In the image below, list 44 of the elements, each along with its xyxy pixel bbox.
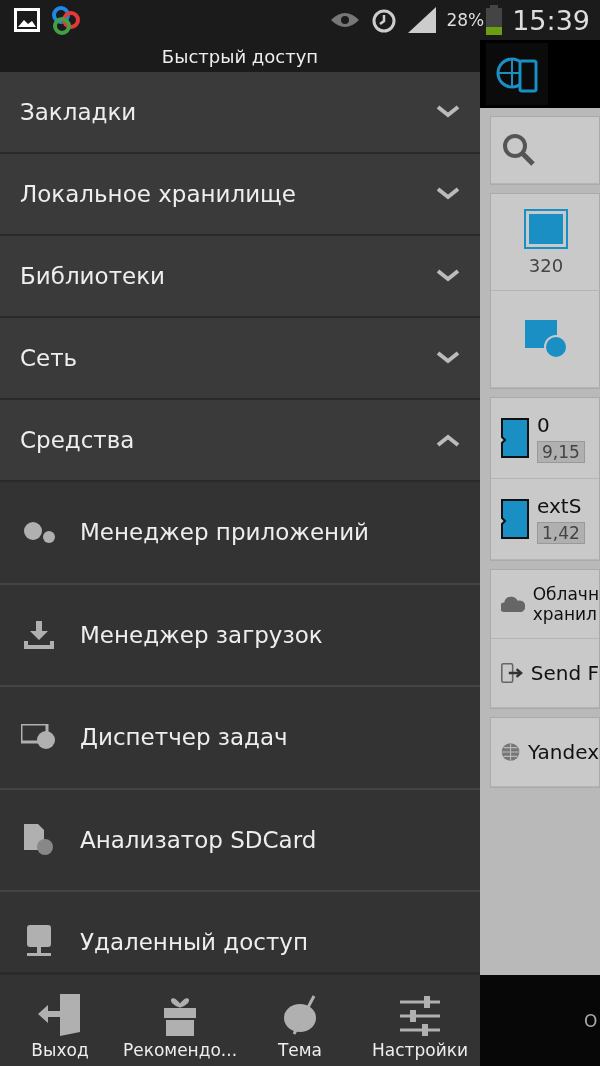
section-header[interactable]: Сеть xyxy=(0,318,480,400)
signal-icon xyxy=(408,7,437,33)
battery-icon xyxy=(486,5,503,35)
phone-arrow-icon xyxy=(501,660,523,686)
window-gear-icon xyxy=(21,724,57,751)
chevron-down-icon xyxy=(436,351,460,365)
chevron-down-icon xyxy=(436,187,460,201)
sd-card-icon xyxy=(501,418,529,458)
bottom-bar-button[interactable]: Тема xyxy=(240,975,360,1066)
network-item[interactable]: Yandex xyxy=(491,718,599,787)
footer-text: О xyxy=(584,1010,598,1031)
chevron-down-icon xyxy=(436,269,460,283)
palette-icon xyxy=(282,994,318,1036)
section-header[interactable]: Локальное хранилище xyxy=(0,154,480,236)
globe-phone-button[interactable] xyxy=(486,43,548,105)
service-item[interactable]: Облачн хранил xyxy=(491,570,599,639)
bottom-bar-button[interactable]: Рекомендо... xyxy=(120,975,240,1066)
app-logo-icon xyxy=(50,4,82,36)
bottom-bar-button[interactable]: Настройки xyxy=(360,975,480,1066)
cloud-icon xyxy=(501,594,525,614)
sliders-icon xyxy=(400,996,440,1036)
battery-percent: 28% xyxy=(446,10,485,30)
storage-size: 9,15 xyxy=(537,441,585,463)
service-item[interactable]: Send F xyxy=(491,639,599,708)
bottom-bar-button[interactable]: Выход xyxy=(0,975,120,1066)
chevron-up-icon xyxy=(436,433,460,447)
sd-card-icon xyxy=(24,823,54,856)
exit-door-icon xyxy=(38,994,82,1036)
search-icon[interactable] xyxy=(501,132,537,168)
section-header[interactable]: Закладки xyxy=(0,72,480,154)
section-header[interactable]: Библиотеки xyxy=(0,236,480,318)
image-icon xyxy=(14,8,40,32)
sd-card-icon xyxy=(501,499,529,539)
download-icon xyxy=(23,620,55,649)
section-header[interactable]: Средства xyxy=(0,400,480,482)
storage-item[interactable]: 0 9,15 xyxy=(491,398,599,479)
eye-icon xyxy=(330,10,361,30)
image-count: 320 xyxy=(528,254,564,276)
drawer-title: Быстрый доступ xyxy=(0,40,480,72)
chevron-down-icon xyxy=(436,105,460,119)
gift-icon xyxy=(162,996,198,1036)
clock-time: 15:39 xyxy=(512,4,590,36)
storage-size: 1,42 xyxy=(537,522,585,544)
storage-item[interactable]: extS 1,42 xyxy=(491,479,599,560)
